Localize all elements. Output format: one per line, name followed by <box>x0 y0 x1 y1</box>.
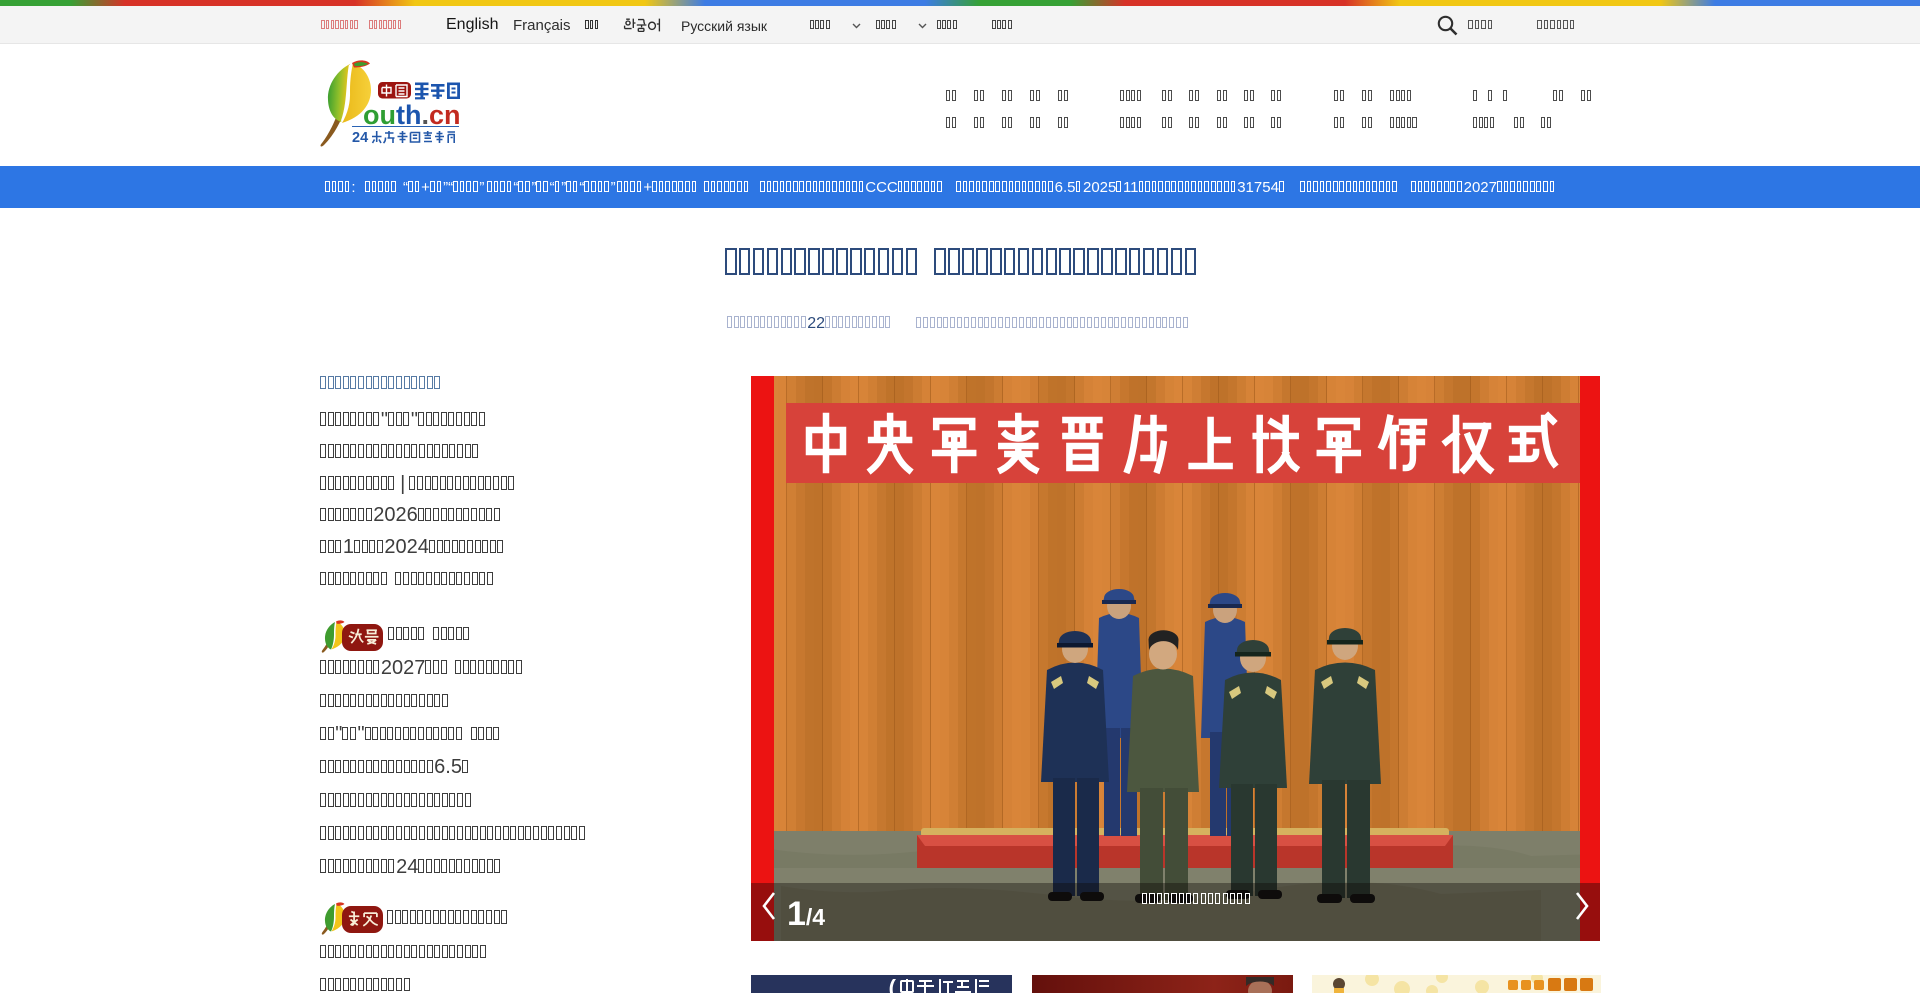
svg-text:24: 24 <box>352 130 368 145</box>
